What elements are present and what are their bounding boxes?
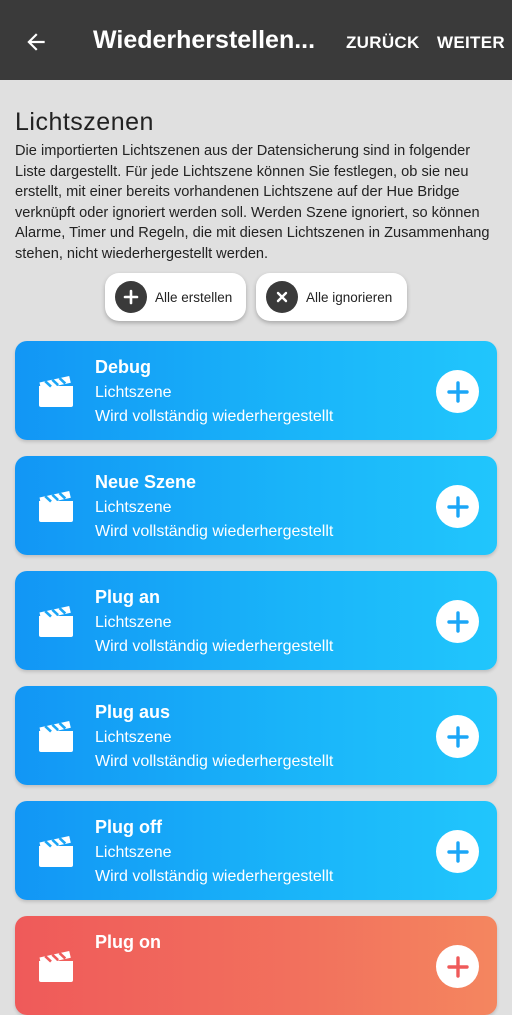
clapperboard-icon [39, 836, 73, 867]
plus-icon [446, 380, 469, 403]
scene-name: Debug [95, 357, 151, 377]
close-icon [266, 281, 298, 313]
scene-name: Plug aus [95, 702, 171, 722]
scene-card-1[interactable]: Neue Szene Lichtszene Wird vollständig w… [15, 456, 497, 555]
add-scene-button[interactable] [436, 370, 479, 413]
clapperboard-icon [39, 376, 73, 407]
plus-icon [446, 495, 469, 518]
scene-name: Plug off [95, 817, 162, 837]
ignore-all-label: Alle ignorieren [306, 289, 393, 305]
add-scene-button[interactable] [436, 830, 479, 873]
clapperboard-icon [39, 491, 73, 522]
scene-type: Lichtszene [95, 614, 172, 631]
scene-name: Neue Szene [95, 472, 197, 492]
page-title: Wiederherstellen... [93, 26, 316, 54]
create-all-label: Alle erstellen [155, 289, 233, 305]
scene-card-5[interactable]: Plug on [15, 916, 497, 1015]
scene-status: Wird vollständig wiederhergestellt [95, 523, 334, 540]
scene-status: Wird vollständig wiederhergestellt [95, 753, 334, 770]
scene-type: Lichtszene [95, 729, 172, 746]
clapperboard-icon [39, 951, 73, 982]
scene-card-4[interactable]: Plug off Lichtszene Wird vollständig wie… [15, 801, 497, 900]
section-description: Die importierten Lichtszenen aus der Dat… [15, 143, 490, 262]
app-bar: Wiederherstellen... ZURÜCK WEITER [0, 0, 512, 80]
back-arrow-button[interactable] [18, 24, 54, 60]
arrow-left-icon [27, 33, 45, 51]
scene-type: Lichtszene [95, 499, 172, 516]
ignore-all-button[interactable]: Alle ignorieren [256, 273, 407, 321]
plus-icon [446, 725, 469, 748]
plus-icon [446, 610, 469, 633]
add-scene-button[interactable] [436, 485, 479, 528]
scene-name: Plug an [95, 587, 161, 607]
scene-status: Wird vollständig wiederhergestellt [95, 638, 334, 655]
scene-type: Lichtszene [95, 844, 172, 861]
next-button[interactable]: WEITER [437, 33, 505, 53]
scene-card-3[interactable]: Plug aus Lichtszene Wird vollständig wie… [15, 686, 497, 785]
scene-status: Wird vollständig wiederhergestellt [95, 408, 334, 425]
scene-card-2[interactable]: Plug an Lichtszene Wird vollständig wied… [15, 571, 497, 670]
section-title: Lichtszenen [15, 108, 154, 136]
plus-icon [446, 955, 469, 978]
scene-status: Wird vollständig wiederhergestellt [95, 868, 334, 885]
plus-icon [446, 840, 469, 863]
add-scene-button[interactable] [436, 600, 479, 643]
add-scene-button[interactable] [436, 945, 479, 988]
clapperboard-icon [39, 606, 73, 637]
scene-type: Lichtszene [95, 384, 172, 401]
scene-card-0[interactable]: Debug Lichtszene Wird vollständig wieder… [15, 341, 497, 440]
back-button[interactable]: ZURÜCK [346, 33, 420, 53]
clapperboard-icon [39, 721, 73, 752]
plus-icon [115, 281, 147, 313]
add-scene-button[interactable] [436, 715, 479, 758]
create-all-button[interactable]: Alle erstellen [105, 273, 246, 321]
scene-name: Plug on [95, 932, 161, 952]
